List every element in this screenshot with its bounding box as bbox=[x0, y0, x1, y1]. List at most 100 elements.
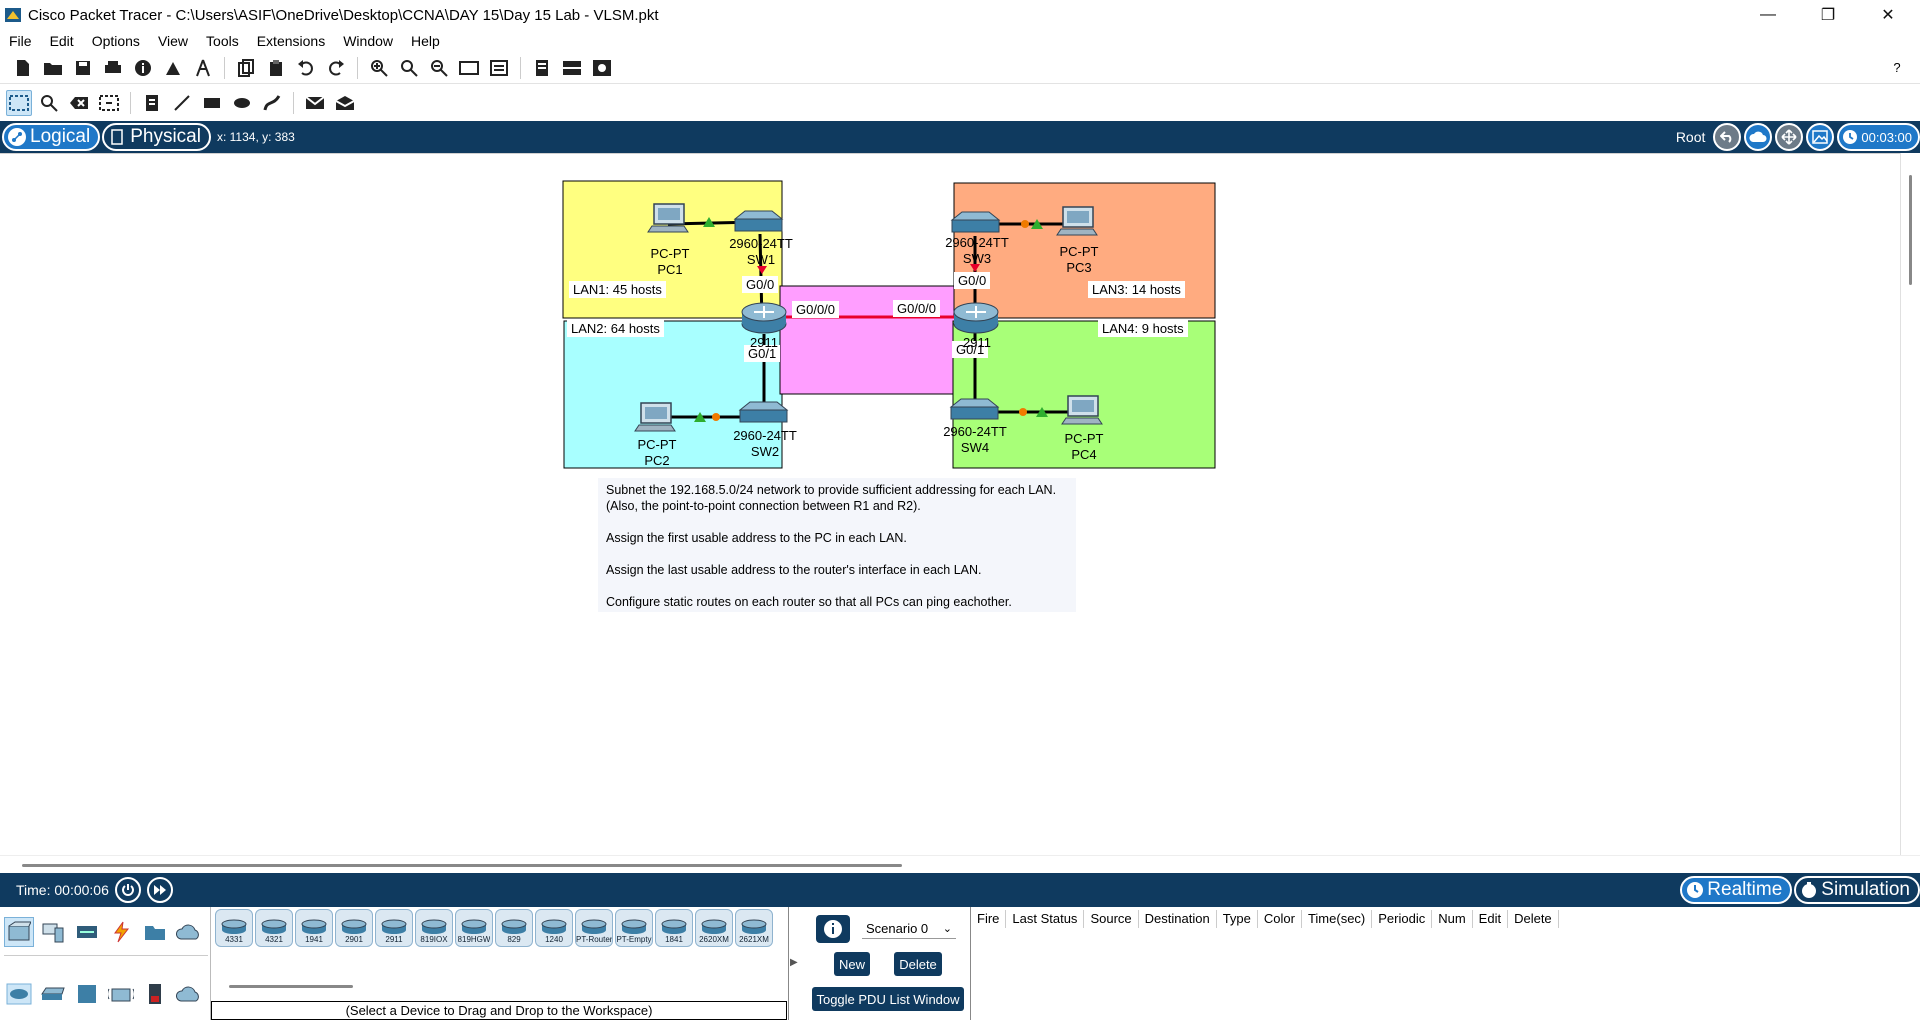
custom-device-icon[interactable] bbox=[488, 57, 510, 79]
pc1-label[interactable]: PC-PT PC1 bbox=[643, 246, 697, 278]
pdu-column-header[interactable]: Edit bbox=[1473, 910, 1509, 928]
simulation-mode-button[interactable]: Simulation bbox=[1794, 876, 1920, 904]
category-multiuser-icon[interactable] bbox=[174, 917, 204, 947]
pdu-column-header[interactable]: Delete bbox=[1508, 910, 1559, 928]
pdu-icon[interactable] bbox=[591, 57, 613, 79]
device-model-5[interactable]: 819IOX bbox=[415, 909, 453, 947]
menu-edit[interactable]: Edit bbox=[41, 33, 83, 49]
device-model-4[interactable]: 2911 bbox=[375, 909, 413, 947]
cluster-cloud-icon[interactable] bbox=[1744, 123, 1773, 151]
category-end-devices-icon[interactable] bbox=[38, 917, 68, 947]
pc4-icon[interactable] bbox=[1061, 395, 1103, 425]
device-model-12[interactable]: 2620XM bbox=[695, 909, 733, 947]
device-model-2[interactable]: 1941 bbox=[295, 909, 333, 947]
subcategory-hubs-icon[interactable] bbox=[72, 979, 102, 1009]
toggle-pdu-list-button[interactable]: Toggle PDU List Window bbox=[812, 987, 964, 1011]
info-icon[interactable] bbox=[132, 57, 154, 79]
menu-window[interactable]: Window bbox=[334, 33, 402, 49]
new-file-icon[interactable] bbox=[12, 57, 34, 79]
sw1-icon[interactable] bbox=[733, 210, 784, 232]
menu-file[interactable]: File bbox=[0, 33, 41, 49]
lan3-label[interactable]: LAN3: 14 hosts bbox=[1088, 281, 1185, 298]
scenario-select[interactable]: Scenario 0 ⌄ bbox=[862, 919, 956, 939]
pdu-column-header[interactable]: Time(sec) bbox=[1302, 910, 1373, 928]
pdu-column-header[interactable]: Last Status bbox=[1006, 910, 1085, 928]
r2-label[interactable]: 2911 bbox=[955, 335, 999, 351]
r1-label[interactable]: 2911 bbox=[742, 335, 786, 351]
draw-rectangle-icon[interactable] bbox=[199, 90, 225, 116]
lan4-label[interactable]: LAN4: 9 hosts bbox=[1098, 320, 1188, 337]
activity-wizard-icon[interactable] bbox=[162, 57, 184, 79]
add-complex-pdu-icon[interactable] bbox=[332, 90, 358, 116]
back-icon[interactable] bbox=[1713, 123, 1742, 151]
sw4-icon[interactable] bbox=[949, 398, 1000, 420]
device-model-1[interactable]: 4321 bbox=[255, 909, 293, 947]
r2-g000-label[interactable]: G0/0/0 bbox=[893, 300, 941, 317]
restore-button[interactable]: ❐ bbox=[1800, 0, 1856, 30]
r2-g00-label[interactable]: G0/0 bbox=[954, 272, 991, 289]
expand-arrow-icon[interactable]: ▶ bbox=[790, 957, 798, 968]
workspace-vertical-scrollbar[interactable] bbox=[1900, 153, 1920, 855]
delete-scenario-button[interactable]: Delete bbox=[894, 952, 942, 976]
logical-view-button[interactable]: Logical bbox=[2, 123, 101, 151]
r2-router-icon[interactable] bbox=[953, 302, 999, 334]
device-model-11[interactable]: 1841 bbox=[655, 909, 693, 947]
add-simple-pdu-icon[interactable] bbox=[302, 90, 328, 116]
redo-icon[interactable] bbox=[325, 57, 347, 79]
pc4-label[interactable]: PC-PT PC4 bbox=[1057, 431, 1111, 463]
open-folder-icon[interactable] bbox=[42, 57, 64, 79]
print-icon[interactable] bbox=[102, 57, 124, 79]
pc1-icon[interactable] bbox=[647, 203, 689, 233]
zoom-reset-icon[interactable] bbox=[398, 57, 420, 79]
device-model-10[interactable]: PT-Empty bbox=[615, 909, 653, 947]
r1-router-icon[interactable] bbox=[741, 302, 787, 334]
workspace-horizontal-scrollbar[interactable] bbox=[0, 855, 1920, 873]
device-model-8[interactable]: 1240 bbox=[535, 909, 573, 947]
pdu-column-header[interactable]: Source bbox=[1084, 910, 1139, 928]
physical-view-button[interactable]: Physical bbox=[102, 123, 211, 151]
device-model-13[interactable]: 2621XM bbox=[735, 909, 773, 947]
sw1-label[interactable]: 2960-24TT SW1 bbox=[723, 236, 799, 268]
select-tool-icon[interactable] bbox=[6, 90, 32, 116]
environment-clock[interactable]: 00:03:00 bbox=[1837, 123, 1920, 151]
category-network-devices-icon[interactable] bbox=[4, 917, 34, 947]
lab-instructions-note[interactable]: Subnet the 192.168.5.0/24 network to pro… bbox=[598, 478, 1076, 612]
drawing-palette-icon[interactable] bbox=[458, 57, 480, 79]
r1-g000-label[interactable]: G0/0/0 bbox=[792, 301, 840, 318]
place-note-icon[interactable] bbox=[139, 90, 165, 116]
menu-tools[interactable]: Tools bbox=[197, 33, 248, 49]
close-button[interactable]: ✕ bbox=[1860, 0, 1916, 30]
menu-options[interactable]: Options bbox=[83, 33, 149, 49]
horizontal-scroll-thumb[interactable] bbox=[22, 864, 902, 867]
resize-shape-icon[interactable] bbox=[96, 90, 122, 116]
save-icon[interactable] bbox=[72, 57, 94, 79]
sw3-label[interactable]: 2960-24TT SW3 bbox=[939, 235, 1015, 267]
device-model-9[interactable]: PT-Router bbox=[575, 909, 613, 947]
subcategory-security-icon[interactable] bbox=[140, 979, 170, 1009]
help-icon[interactable]: ? bbox=[1886, 57, 1908, 79]
sw2-icon[interactable] bbox=[738, 401, 789, 423]
lan2-label[interactable]: LAN2: 64 hosts bbox=[567, 320, 664, 337]
pdu-column-header[interactable]: Fire bbox=[971, 910, 1007, 928]
zoom-out-icon[interactable] bbox=[428, 57, 450, 79]
pc2-label[interactable]: PC-PT PC2 bbox=[630, 437, 684, 469]
pdu-column-header[interactable]: Num bbox=[1432, 910, 1473, 928]
draw-line-icon[interactable] bbox=[169, 90, 195, 116]
sw2-label[interactable]: 2960-24TT SW2 bbox=[727, 428, 803, 460]
undo-icon[interactable] bbox=[295, 57, 317, 79]
category-miscellaneous-icon[interactable] bbox=[140, 917, 170, 947]
device-model-7[interactable]: 829 bbox=[495, 909, 533, 947]
pdu-column-header[interactable]: Periodic bbox=[1372, 910, 1433, 928]
viewport-icon[interactable] bbox=[531, 57, 553, 79]
set-background-icon[interactable] bbox=[1806, 123, 1835, 151]
pdu-column-header[interactable]: Color bbox=[1258, 910, 1302, 928]
subcategory-wireless-icon[interactable] bbox=[106, 979, 136, 1009]
r1-g00-label[interactable]: G0/0 bbox=[742, 276, 779, 293]
sw3-icon[interactable] bbox=[950, 211, 1001, 233]
pc3-icon[interactable] bbox=[1056, 206, 1098, 236]
sw4-label[interactable]: 2960-24TT SW4 bbox=[937, 424, 1013, 456]
pc3-label[interactable]: PC-PT PC3 bbox=[1052, 244, 1106, 276]
category-components-icon[interactable] bbox=[72, 917, 102, 947]
ipc-icon[interactable] bbox=[561, 57, 583, 79]
vertical-scroll-thumb[interactable] bbox=[1909, 175, 1912, 285]
